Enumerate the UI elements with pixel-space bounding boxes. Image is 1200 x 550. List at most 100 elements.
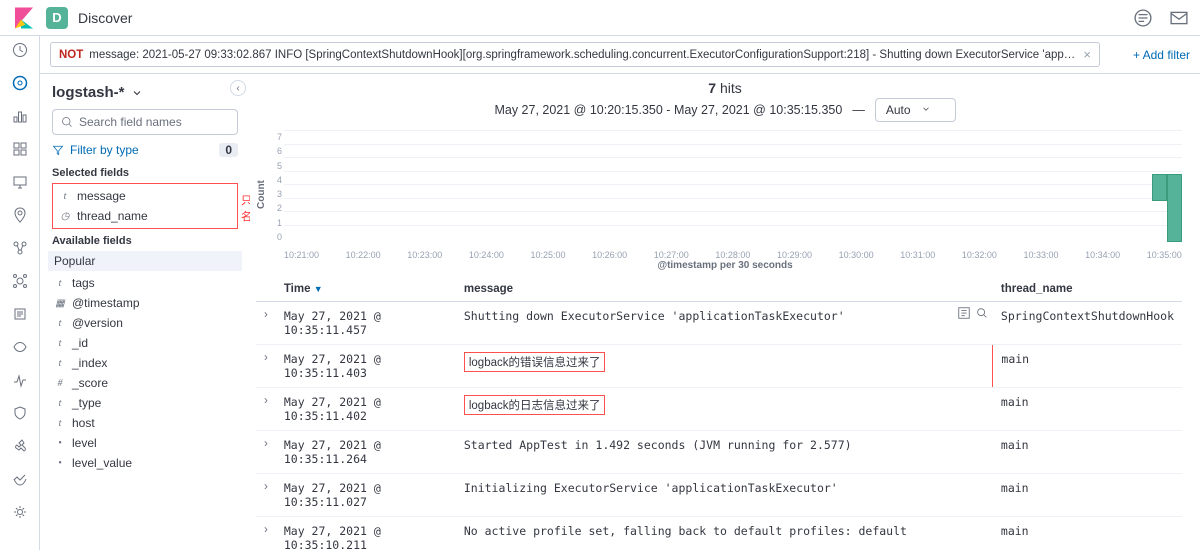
dashboard-icon[interactable] <box>12 141 28 157</box>
table-row[interactable]: › May 27, 2021 @ 10:35:10.211 No active … <box>256 517 1182 550</box>
newsfeed-icon[interactable] <box>1134 9 1152 27</box>
ml-icon[interactable] <box>12 240 28 256</box>
type-icon: # <box>54 377 66 389</box>
field-level[interactable]: • level <box>52 433 238 453</box>
sort-desc-icon: ▼ <box>314 284 323 294</box>
field-level_value[interactable]: • level_value <box>52 453 238 473</box>
selected-fields-box: tmessage ◷thread_name 只显示消息和线程名称 <box>52 183 238 229</box>
table-row[interactable]: › May 27, 2021 @ 10:35:11.264 Started Ap… <box>256 431 1182 474</box>
cell-message: Started AppTest in 1.492 seconds (JVM ru… <box>456 431 993 474</box>
interval-select[interactable]: Auto <box>875 98 956 122</box>
logs-icon[interactable] <box>12 306 28 322</box>
y-axis-label: Count <box>256 130 270 260</box>
expand-icon[interactable]: › <box>256 517 276 550</box>
filter-type-label: Filter by type <box>70 143 139 157</box>
monitoring-icon[interactable] <box>12 471 28 487</box>
cell-thread: main <box>993 345 1182 388</box>
search-icon <box>61 116 73 128</box>
dev-icon[interactable] <box>12 438 28 454</box>
filter-bar: NOT message: 2021-05-27 09:33:02.867 INF… <box>40 36 1200 74</box>
index-pattern-select[interactable]: logstash-* <box>52 84 238 101</box>
field-label: message <box>77 189 126 203</box>
filter-icon <box>52 144 64 156</box>
table-row[interactable]: › May 27, 2021 @ 10:35:11.402 logback的日志… <box>256 388 1182 431</box>
type-icon: t <box>54 357 66 369</box>
view-doc-icon[interactable] <box>957 306 971 320</box>
table-row[interactable]: › May 27, 2021 @ 10:35:11.457 Shutting d… <box>256 302 1182 345</box>
visualize-icon[interactable] <box>12 108 28 124</box>
col-message[interactable]: message <box>456 277 993 302</box>
metrics-icon[interactable] <box>12 273 28 289</box>
date-range-text: May 27, 2021 @ 10:20:15.350 - May 27, 20… <box>494 103 842 117</box>
type-icon: t <box>54 417 66 429</box>
recent-icon[interactable] <box>12 42 28 58</box>
type-icon: • <box>54 457 66 469</box>
field-label: _index <box>72 356 107 370</box>
cell-thread: main <box>993 388 1182 431</box>
add-filter-link[interactable]: + Add filter <box>1133 48 1190 62</box>
field-_type[interactable]: t_type <box>52 393 238 413</box>
field-_id[interactable]: t_id <box>52 333 238 353</box>
cell-time: May 27, 2021 @ 10:35:11.264 <box>276 431 456 474</box>
expand-icon[interactable]: › <box>256 474 276 517</box>
field-label: level_value <box>72 456 132 470</box>
cell-thread: SpringContextShutdownHook <box>993 302 1182 345</box>
kibana-logo[interactable] <box>12 6 36 30</box>
cell-message: logback的错误信息过来了 <box>456 345 993 388</box>
field-label: host <box>72 416 95 430</box>
expand-icon[interactable]: › <box>256 388 276 431</box>
management-icon[interactable] <box>12 504 28 520</box>
collapse-sidebar-icon[interactable]: ‹ <box>230 80 246 96</box>
mail-icon[interactable] <box>1170 9 1188 27</box>
cell-time: May 27, 2021 @ 10:35:11.403 <box>276 345 456 388</box>
uptime-icon[interactable] <box>12 372 28 388</box>
field-thread-name[interactable]: ◷thread_name <box>57 206 233 226</box>
field-label: @version <box>72 316 123 330</box>
siem-icon[interactable] <box>12 405 28 421</box>
field-label: tags <box>72 276 95 290</box>
field-message[interactable]: t message <box>57 186 233 206</box>
y-ticks: 76543210 <box>270 130 284 260</box>
results-table: Time ▼ message thread_name › May 27, 202… <box>250 277 1200 550</box>
filter-count-badge: 0 <box>219 143 238 157</box>
text-type-icon: t <box>59 190 71 202</box>
apm-icon[interactable] <box>12 339 28 355</box>
cell-message: Initializing ExecutorService 'applicatio… <box>456 474 993 517</box>
nav-rail <box>0 36 40 550</box>
filter-not-tag: NOT <box>59 49 83 61</box>
discover-icon[interactable] <box>12 75 28 91</box>
page-title: Discover <box>78 10 132 26</box>
view-single-icon[interactable] <box>975 306 989 320</box>
col-thread[interactable]: thread_name <box>993 277 1182 302</box>
field-@timestamp[interactable]: ▦@timestamp <box>52 293 238 313</box>
type-icon: • <box>54 437 66 449</box>
expand-icon[interactable]: › <box>256 302 276 345</box>
field-search-input[interactable]: Search field names <box>52 109 238 135</box>
field-_score[interactable]: #_score <box>52 373 238 393</box>
cell-time: May 27, 2021 @ 10:35:11.402 <box>276 388 456 431</box>
results-canvas: 7 hits May 27, 2021 @ 10:20:15.350 - May… <box>250 74 1200 550</box>
available-fields-label: Available fields <box>52 235 238 247</box>
expand-icon[interactable]: › <box>256 345 276 388</box>
cell-time: May 27, 2021 @ 10:35:11.457 <box>276 302 456 345</box>
filter-pill[interactable]: NOT message: 2021-05-27 09:33:02.867 INF… <box>50 42 1100 67</box>
app-badge[interactable]: D <box>46 7 68 29</box>
cell-time: May 27, 2021 @ 10:35:10.211 <box>276 517 456 550</box>
field-tags[interactable]: ttags <box>52 273 238 293</box>
table-row[interactable]: › May 27, 2021 @ 10:35:11.403 logback的错误… <box>256 345 1182 388</box>
col-time[interactable]: Time ▼ <box>276 277 456 302</box>
table-row[interactable]: › May 27, 2021 @ 10:35:11.027 Initializi… <box>256 474 1182 517</box>
filter-remove-icon[interactable]: × <box>1083 47 1091 62</box>
field-_index[interactable]: t _index <box>52 353 238 373</box>
maps-icon[interactable] <box>12 207 28 223</box>
popular-label: Popular <box>54 254 95 268</box>
expand-icon[interactable]: › <box>256 431 276 474</box>
field-label: level <box>72 436 97 450</box>
canvas-icon[interactable] <box>12 174 28 190</box>
filter-by-type[interactable]: Filter by type 0 <box>52 143 238 157</box>
field-@version[interactable]: t@version <box>52 313 238 333</box>
histogram-chart[interactable]: Count 76543210 10:21:0010:22:0010:23:001… <box>250 130 1200 260</box>
field-host[interactable]: thost <box>52 413 238 433</box>
hits-count: 7 hits <box>250 74 1200 98</box>
x-axis-label: @timestamp per 30 seconds <box>250 260 1200 277</box>
